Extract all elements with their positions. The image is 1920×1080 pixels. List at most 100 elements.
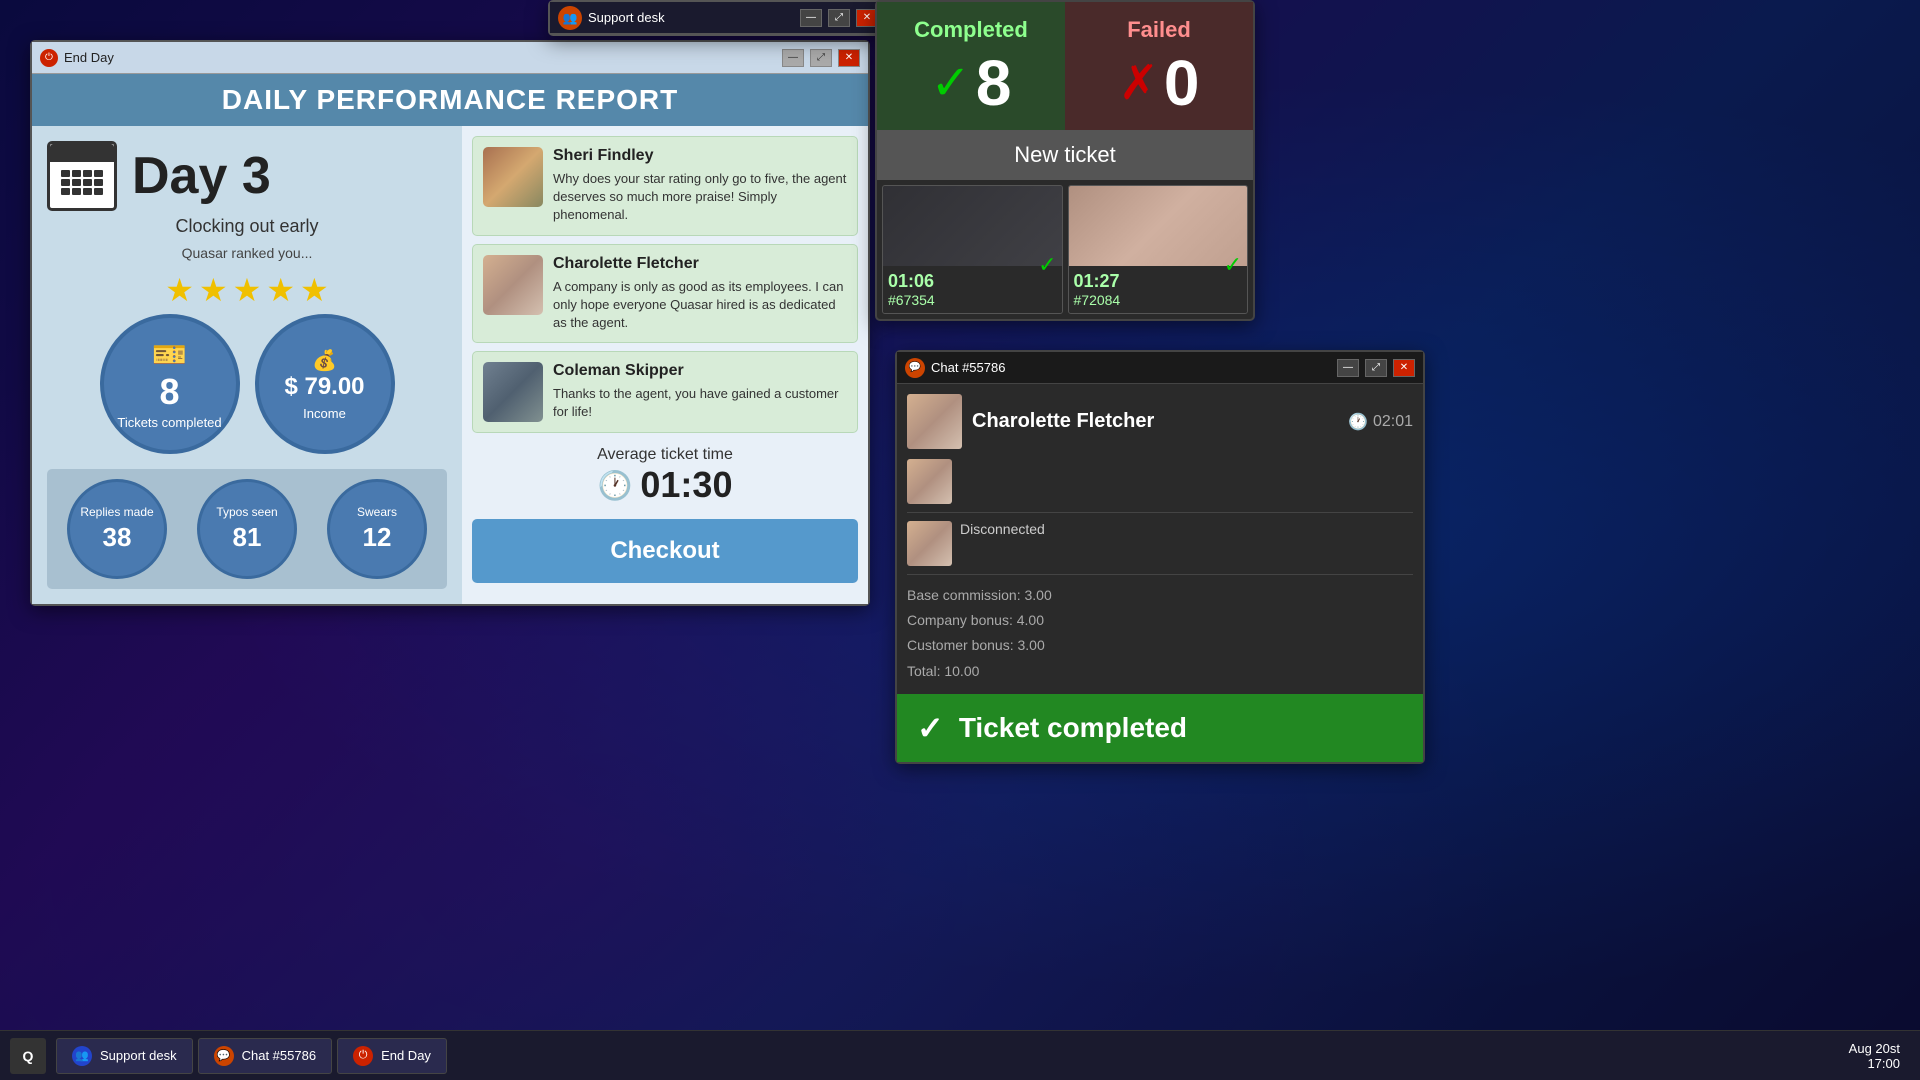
completed-stat: ✓ 8 [887,51,1055,115]
replies-circle: Replies made 38 [67,479,167,579]
report-right: Sheri Findley Why does your star rating … [462,126,868,604]
end-day-close[interactable]: ✕ [838,49,860,67]
reviewer-2-avatar [483,255,543,315]
chat-icon: 💬 [905,358,925,378]
taskbar-logo: Q [10,1038,46,1074]
chat-divider-2 [907,574,1413,575]
taskbar-endday-icon: ⏻ [353,1046,373,1066]
failed-label: Failed [1075,17,1243,43]
stats-window: Completed ✓ 8 Failed ✗ 0 New ticket 01:0… [875,0,1255,321]
new-ticket-button[interactable]: New ticket [877,130,1253,180]
failed-stat: ✗ 0 [1075,51,1243,115]
customer-bonus: Customer bonus: 3.00 [907,633,1413,658]
replies-label: Replies made [80,505,153,519]
end-day-title: End Day [64,50,776,65]
star-5: ★ [300,271,329,309]
report-header: DAILY PERFORMANCE REPORT [32,74,868,126]
chat-disconnected-avatar [907,521,952,566]
reviewer-3-info: Coleman Skipper Thanks to the agent, you… [553,362,847,422]
ticket-1-id: #67354 [888,292,1057,308]
review-2: Charolette Fletcher A company is only as… [472,244,858,344]
taskbar-chat-icon: 💬 [214,1046,234,1066]
tickets-num: 8 [159,374,179,410]
taskbar-chat[interactable]: 💬 Chat #55786 [198,1038,332,1074]
reviewer-1-name: Sheri Findley [553,147,847,165]
report-title: DAILY PERFORMANCE REPORT [52,84,848,116]
reviewer-3-text: Thanks to the agent, you have gained a c… [553,385,847,421]
total-payment: Total: 10.00 [907,659,1413,684]
chat-time: 🕐 02:01 [1348,412,1413,432]
chat-minimize[interactable]: — [1337,359,1359,377]
ticket-2-id: #72084 [1074,292,1243,308]
reviewer-2-text: A company is only as good as its employe… [553,278,847,333]
support-icon: 👥 [558,6,582,30]
chat-body: Charolette Fletcher 🕐 02:01 Disconnected… [897,384,1423,694]
avg-ticket-section: Average ticket time 🕐 01:30 [472,441,858,511]
report-left: Day 3 Clocking out early Quasar ranked y… [32,126,462,604]
failed-value: 0 [1164,51,1200,115]
ticket-complete-label: Ticket completed [959,712,1187,744]
chat-close[interactable]: ✕ [1393,359,1415,377]
ticket-icon: 🎫 [152,338,187,371]
replies-value: 38 [103,522,132,553]
swears-value: 12 [363,522,392,553]
taskbar: Q 👥 Support desk 💬 Chat #55786 ⏻ End Day… [0,1030,1920,1080]
reviewer-1-text: Why does your star rating only go to fiv… [553,170,847,225]
taskbar-endday-label: End Day [381,1048,431,1063]
small-stats: Replies made 38 Typos seen 81 Swears 12 [47,469,447,589]
ticket-2-check: ✓ [1224,252,1242,278]
taskbar-support-label: Support desk [100,1048,177,1063]
completed-value: 8 [976,51,1012,115]
typos-value: 81 [233,522,262,553]
taskbar-end-day[interactable]: ⏻ End Day [337,1038,447,1074]
ticket-2-avatar [1069,186,1248,266]
taskbar-support-desk[interactable]: 👥 Support desk [56,1038,193,1074]
check-icon: ✓ [931,55,971,111]
chat-expand[interactable]: ⤢ [1365,359,1387,377]
star-3: ★ [233,271,262,309]
day-subtitle: Clocking out early [47,216,447,237]
reviewer-2-name: Charolette Fletcher [553,255,847,273]
clock-icon-chat: 🕐 [1348,412,1368,432]
day-section: Day 3 [47,141,447,211]
support-title: Support desk [588,10,794,25]
taskbar-datetime: Aug 20st 17:00 [1849,1041,1900,1071]
income-label: Income [303,406,346,421]
end-day-icon: ⏻ [40,49,58,67]
ticket-2: 01:27 #72084 ✓ [1068,185,1249,314]
typos-circle: Typos seen 81 [197,479,297,579]
quasar-label: Quasar ranked you... [47,245,447,261]
end-day-expand[interactable]: ⤢ [810,49,832,67]
chat-disconnected: Disconnected [907,521,1413,566]
avg-time-value: 01:30 [640,464,732,506]
ticket-2-time: 01:27 [1074,271,1243,292]
support-desk-window: 👥 Support desk — ⤢ ✕ [548,0,888,36]
chat-divider [907,512,1413,513]
ticket-completed-bar: ✓ Ticket completed [897,694,1423,762]
chat-user-header: Charolette Fletcher 🕐 02:01 [907,394,1413,449]
taskbar-chat-label: Chat #55786 [242,1048,316,1063]
reviewer-3-name: Coleman Skipper [553,362,847,380]
ticket-1-time: 01:06 [888,271,1057,292]
chat-titlebar: 💬 Chat #55786 — ⤢ ✕ [897,352,1423,384]
reviewer-1-avatar [483,147,543,207]
reviewer-3-avatar [483,362,543,422]
chat-window: 💬 Chat #55786 — ⤢ ✕ Charolette Fletcher … [895,350,1425,764]
chat-username: Charolette Fletcher [972,410,1154,433]
checkout-button[interactable]: Checkout [472,519,858,583]
avg-ticket-time: 🕐 01:30 [477,464,853,506]
company-bonus: Company bonus: 4.00 [907,608,1413,633]
chat-msg-avatar [907,459,952,504]
ticket-1: 01:06 #67354 ✓ [882,185,1063,314]
taskbar-time: 17:00 [1849,1056,1900,1071]
chat-time-value: 02:01 [1373,413,1413,431]
support-minimize[interactable]: — [800,9,822,27]
star-1: ★ [165,271,194,309]
support-expand[interactable]: ⤢ [828,9,850,27]
end-day-window: ⏻ End Day — ⤢ ✕ DAILY PERFORMANCE REPORT… [30,40,870,606]
end-day-minimize[interactable]: — [782,49,804,67]
reviewer-2-info: Charolette Fletcher A company is only as… [553,255,847,333]
star-2: ★ [199,271,228,309]
chat-user-avatar [907,394,962,449]
stars-row: ★ ★ ★ ★ ★ [47,271,447,309]
